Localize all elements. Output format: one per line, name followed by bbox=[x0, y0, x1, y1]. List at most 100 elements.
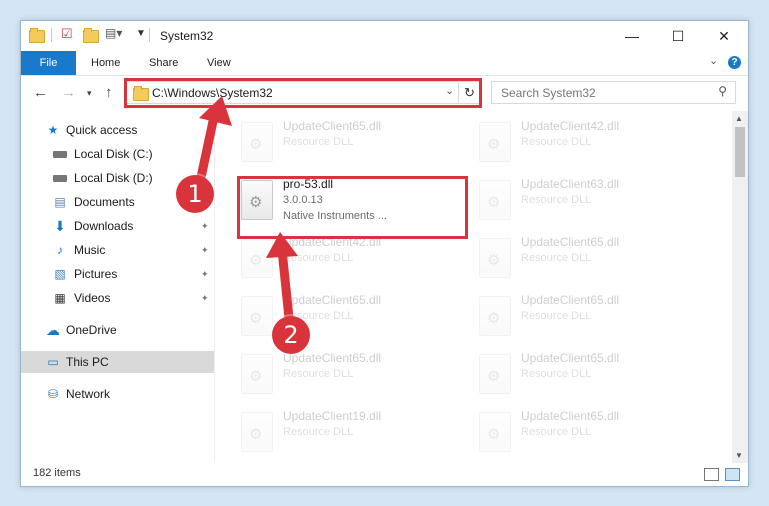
chevron-down-icon[interactable]: ⌄ bbox=[709, 54, 718, 67]
drive-icon bbox=[52, 147, 68, 161]
file-name: UpdateClient63.dll bbox=[521, 177, 620, 191]
dll-file-icon bbox=[241, 296, 273, 336]
sidebar-item-label: Network bbox=[66, 387, 111, 401]
sidebar-item-label: Videos bbox=[74, 291, 111, 305]
tab-share[interactable]: Share bbox=[149, 51, 178, 75]
file-type: Resource DLL bbox=[283, 252, 354, 264]
file-item[interactable]: UpdateClient63.dll Resource DLL bbox=[473, 174, 683, 230]
sidebar-item-downloads[interactable]: ⬇ Downloads ✦ bbox=[21, 215, 214, 237]
file-item[interactable]: UpdateClient42.dll Resource DLL bbox=[473, 116, 683, 172]
folder-icon bbox=[29, 28, 45, 43]
sidebar-item-music[interactable]: ♪ Music ✦ bbox=[21, 239, 214, 261]
customize-toolbar-icon[interactable]: ▤▾ bbox=[105, 26, 122, 40]
sidebar-item-label: Pictures bbox=[74, 267, 118, 281]
sidebar-item-quick-access[interactable]: ★ Quick access bbox=[21, 119, 214, 141]
dll-file-icon bbox=[241, 354, 273, 394]
recent-locations-icon[interactable]: ▾ bbox=[87, 88, 92, 99]
vertical-scrollbar[interactable]: ▲ ▼ bbox=[732, 111, 748, 463]
file-name: UpdateClient65.dll bbox=[521, 351, 620, 365]
pin-icon[interactable]: ✦ bbox=[201, 221, 209, 232]
dll-file-icon bbox=[479, 238, 511, 278]
maximize-button[interactable]: ☐ bbox=[655, 21, 701, 51]
music-icon: ♪ bbox=[57, 243, 63, 257]
title-bar: ☑ ▤▾ ▼ System32 — ☐ ✕ bbox=[21, 21, 748, 51]
sidebar-item-network[interactable]: ⛁ Network bbox=[21, 383, 214, 405]
file-name: UpdateClient65.dll bbox=[283, 351, 382, 365]
drive-icon bbox=[52, 171, 68, 185]
search-input[interactable]: Search System32 ⚲ bbox=[491, 81, 736, 104]
pin-icon[interactable]: ✦ bbox=[201, 245, 209, 256]
dll-file-icon bbox=[479, 296, 511, 336]
sidebar-item-label: This PC bbox=[66, 355, 109, 369]
file-item[interactable]: UpdateClient65.dll Resource DLL bbox=[235, 348, 445, 404]
file-item[interactable]: UpdateClient65.dll Resource DLL bbox=[473, 290, 683, 346]
sidebar-item-local-disk-c[interactable]: Local Disk (C:) bbox=[21, 143, 214, 165]
sidebar-item-label: Local Disk (D:) bbox=[74, 171, 153, 185]
dll-file-icon bbox=[241, 238, 273, 278]
file-item[interactable]: UpdateClient65.dll Resource DLL bbox=[473, 406, 683, 462]
quick-access-dropdown-icon[interactable]: ▼ bbox=[136, 28, 146, 39]
file-item[interactable]: UpdateClient65.dll Resource DLL bbox=[473, 348, 683, 404]
new-folder-icon[interactable] bbox=[83, 28, 99, 43]
scrollbar-thumb[interactable] bbox=[735, 127, 745, 177]
file-name: UpdateClient19.dll bbox=[283, 409, 382, 423]
file-item[interactable]: UpdateClient42.dll Resource DLL bbox=[235, 232, 445, 288]
tab-view[interactable]: View bbox=[207, 51, 231, 75]
callout-step-2: 2 bbox=[272, 316, 310, 354]
network-icon: ⛁ bbox=[47, 387, 59, 401]
star-icon: ★ bbox=[47, 123, 59, 137]
dll-file-icon bbox=[479, 412, 511, 452]
file-item[interactable]: UpdateClient19.dll Resource DLL bbox=[235, 406, 445, 462]
file-type: Resource DLL bbox=[521, 252, 592, 264]
help-icon[interactable]: ? bbox=[728, 56, 741, 69]
minimize-button[interactable]: — bbox=[609, 21, 655, 51]
cloud-icon: ☁ bbox=[46, 321, 60, 338]
search-placeholder: Search System32 bbox=[501, 86, 596, 100]
close-button[interactable]: ✕ bbox=[701, 21, 747, 51]
file-name: UpdateClient65.dll bbox=[283, 293, 382, 307]
file-name: UpdateClient65.dll bbox=[521, 409, 620, 423]
details-view-icon[interactable] bbox=[704, 468, 719, 481]
file-name: UpdateClient65.dll bbox=[521, 293, 620, 307]
file-list: UpdateClient65.dll Resource DLL UpdateCl… bbox=[215, 111, 732, 463]
file-item[interactable]: UpdateClient65.dll Resource DLL bbox=[235, 116, 445, 172]
tab-home[interactable]: Home bbox=[91, 51, 120, 75]
sidebar-item-label: Documents bbox=[74, 195, 135, 209]
sidebar-item-label: Local Disk (C:) bbox=[74, 147, 153, 161]
scroll-down-icon[interactable]: ▼ bbox=[735, 451, 743, 460]
back-arrow-icon[interactable]: ← bbox=[33, 84, 48, 101]
file-type: Resource DLL bbox=[283, 368, 354, 380]
divider bbox=[149, 28, 150, 42]
sidebar-item-onedrive[interactable]: ☁ OneDrive bbox=[21, 319, 214, 341]
file-highlight bbox=[237, 176, 468, 239]
large-icons-view-icon[interactable] bbox=[725, 468, 740, 481]
file-name: UpdateClient42.dll bbox=[521, 119, 620, 133]
dll-file-icon bbox=[241, 412, 273, 452]
sidebar-item-label: Quick access bbox=[66, 123, 138, 137]
pin-icon[interactable]: ✦ bbox=[201, 269, 209, 280]
forward-arrow-icon[interactable]: → bbox=[61, 84, 76, 101]
dll-file-icon bbox=[479, 122, 511, 162]
up-arrow-icon[interactable]: ↑ bbox=[105, 84, 113, 101]
sidebar-item-videos[interactable]: ▦ Videos ✦ bbox=[21, 287, 214, 309]
address-bar-highlight bbox=[124, 78, 482, 108]
ribbon: File Home Share View ⌄ ? bbox=[21, 51, 748, 76]
file-type: Resource DLL bbox=[283, 136, 354, 148]
window-title: System32 bbox=[160, 29, 214, 43]
file-type: Resource DLL bbox=[521, 194, 592, 206]
search-icon: ⚲ bbox=[718, 84, 727, 98]
file-item[interactable]: UpdateClient65.dll Resource DLL bbox=[235, 290, 445, 346]
sidebar-item-this-pc[interactable]: ▭ This PC bbox=[21, 351, 214, 373]
file-type: Resource DLL bbox=[521, 310, 592, 322]
properties-icon[interactable]: ☑ bbox=[61, 26, 73, 42]
file-type: Resource DLL bbox=[521, 368, 592, 380]
file-item[interactable]: UpdateClient65.dll Resource DLL bbox=[473, 232, 683, 288]
pin-icon[interactable]: ✦ bbox=[201, 293, 209, 304]
status-bar: 182 items bbox=[21, 463, 748, 486]
divider bbox=[51, 28, 52, 42]
scroll-up-icon[interactable]: ▲ bbox=[735, 114, 743, 123]
sidebar-item-label: OneDrive bbox=[66, 323, 117, 337]
sidebar-item-pictures[interactable]: ▧ Pictures ✦ bbox=[21, 263, 214, 285]
video-icon: ▦ bbox=[54, 291, 66, 305]
tab-file[interactable]: File bbox=[21, 51, 76, 75]
